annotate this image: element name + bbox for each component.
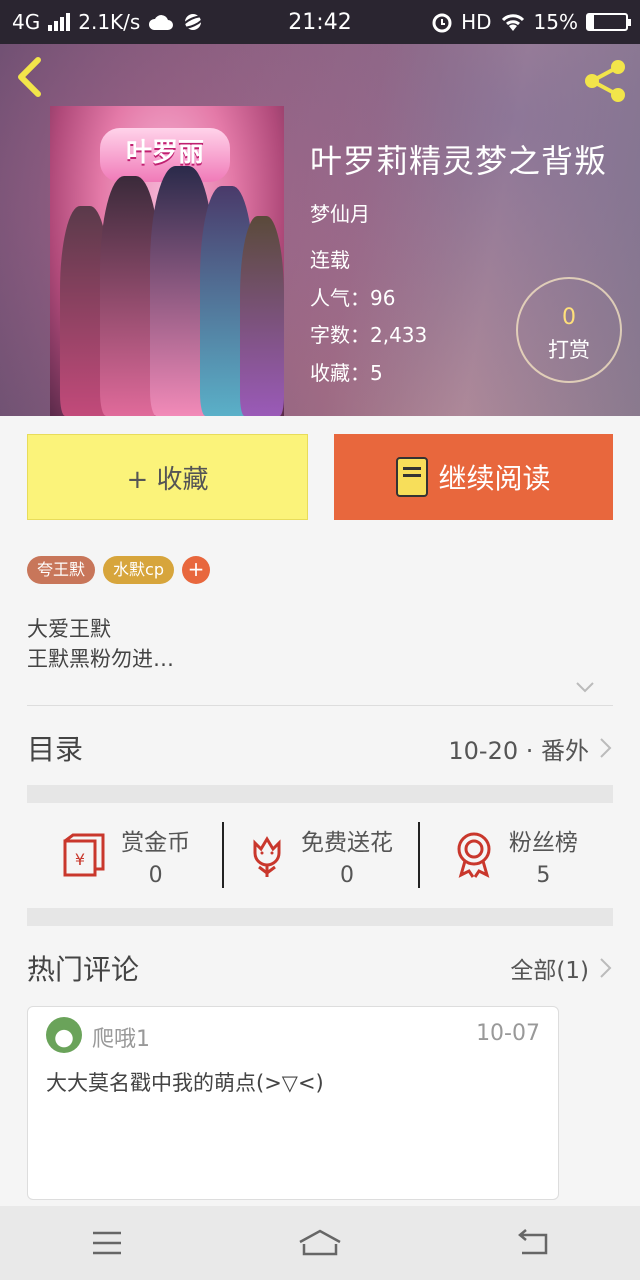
all-comments-label: 全部(1): [510, 958, 589, 984]
system-nav-bar: [0, 1206, 640, 1280]
all-comments-link[interactable]: 全部(1): [510, 951, 613, 985]
book-icon: [396, 457, 429, 497]
reward-button[interactable]: 0 打赏: [516, 277, 622, 383]
table-of-contents-row[interactable]: 目录 10-20 · 番外: [27, 724, 613, 772]
home-button[interactable]: [290, 1218, 350, 1268]
menu-icon: [92, 1231, 121, 1255]
stat-label: 免费送花: [300, 829, 393, 856]
toc-latest-chapter: 10-20 · 番外: [448, 731, 613, 766]
book-word-count: 字数：2,433: [310, 323, 428, 347]
flower-icon: [253, 836, 281, 877]
stat-value: 0: [339, 862, 354, 888]
comment-username[interactable]: 爬哦1: [92, 1021, 150, 1053]
intro-line: 王默黑粉勿进…: [27, 647, 174, 671]
svg-text:¥: ¥: [75, 850, 85, 869]
add-tag-button[interactable]: +: [181, 556, 210, 584]
planet-icon: [182, 14, 205, 30]
hot-comments-title: 热门评论: [27, 953, 140, 986]
cloud-icon: [149, 15, 174, 30]
avatar[interactable]: [46, 1017, 82, 1053]
return-icon: [518, 1229, 548, 1255]
section-separator: [27, 785, 613, 803]
stat-label: 赏金币: [121, 829, 191, 856]
toc-title: 目录: [27, 733, 84, 766]
book-meta: 连载 人气：96 字数：2,433 收藏：5: [310, 242, 427, 392]
hd-indicator: HD: [461, 10, 492, 34]
continue-reading-label: 继续阅读: [438, 462, 551, 495]
tag-item[interactable]: 夸王默: [27, 556, 96, 584]
reward-count: 0: [562, 305, 576, 330]
signal-icon: [48, 13, 71, 31]
book-intro: 大爱王默 王默黑粉勿进…: [27, 614, 174, 674]
share-icon: [585, 60, 625, 102]
book-header: 叶罗丽 叶罗莉精灵梦之背叛 梦仙月 连载 人气：96 字数：2,433 收藏：5…: [0, 44, 640, 416]
comment-text: 大大莫名戳中我的萌点(>▽<): [46, 1071, 324, 1095]
menu-button[interactable]: [77, 1218, 137, 1268]
section-separator: [27, 908, 613, 926]
home-icon: [299, 1229, 341, 1256]
chevron-left-icon: [18, 57, 41, 97]
wifi-icon: [501, 14, 524, 31]
action-bar: + 收藏 继续阅读: [27, 434, 613, 520]
continue-reading-button[interactable]: 继续阅读: [334, 434, 613, 520]
free-flower-stat[interactable]: 免费送花 0: [222, 818, 417, 892]
red-envelope-icon: ¥: [63, 833, 105, 877]
network-type: 4G: [12, 10, 41, 34]
chevron-down-icon[interactable]: [574, 676, 596, 698]
book-favorites: 收藏：5: [310, 360, 383, 385]
fan-ranking-stat[interactable]: 粉丝榜 5: [417, 818, 613, 892]
battery-percent: 15%: [533, 10, 578, 34]
stat-label: 粉丝榜: [508, 829, 578, 856]
reward-label: 打赏: [548, 338, 590, 362]
divider: [27, 705, 613, 706]
book-cover[interactable]: 叶罗丽: [50, 106, 284, 416]
chevron-right-icon: [600, 958, 612, 978]
book-status: 连载: [310, 248, 350, 272]
battery-icon: [586, 13, 631, 31]
hot-comments-header: 热门评论 全部(1): [27, 946, 613, 990]
coin-reward-stat[interactable]: ¥ 赏金币 0: [27, 818, 222, 892]
book-author[interactable]: 梦仙月: [310, 198, 370, 227]
latest-chapter-label: 10-20 · 番外: [448, 736, 589, 765]
favorite-button[interactable]: + 收藏: [27, 434, 308, 520]
medal-icon: [457, 832, 491, 878]
back-nav-button[interactable]: [503, 1218, 563, 1268]
comment-date: 10-07: [476, 1021, 540, 1046]
alarm-icon: [432, 13, 452, 33]
stats-row: ¥ 赏金币 0 免费送花 0 粉丝榜 5: [27, 818, 613, 892]
tag-item[interactable]: 水默cp: [103, 556, 174, 584]
comment-card[interactable]: 爬哦1 10-07 大大莫名戳中我的萌点(>▽<): [27, 1006, 559, 1200]
network-speed: 2.1K/s: [78, 10, 141, 34]
book-title: 叶罗莉精灵梦之背叛: [310, 142, 608, 180]
share-button[interactable]: [582, 58, 628, 104]
stat-value: 5: [536, 862, 551, 888]
intro-line: 大爱王默: [27, 617, 111, 641]
tag-list: 夸王默 水默cp +: [27, 556, 210, 584]
clock: 21:42: [288, 9, 352, 35]
stat-value: 0: [148, 862, 163, 888]
status-bar: 4G 2.1K/s 21:42 HD 15%: [0, 0, 640, 44]
chevron-right-icon: [600, 738, 612, 758]
book-popularity: 人气：96: [310, 285, 396, 310]
back-button[interactable]: [14, 56, 54, 100]
